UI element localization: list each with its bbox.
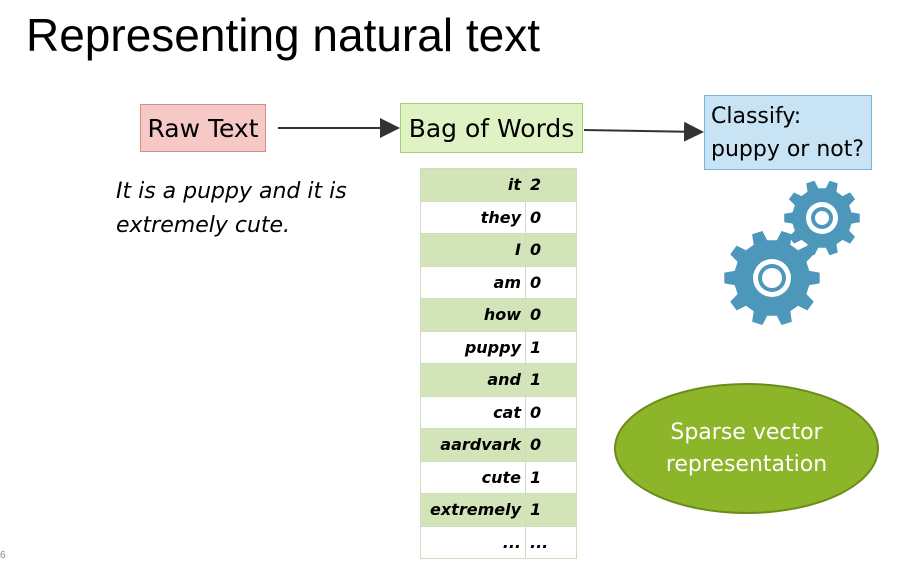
table-row: cute 1 <box>420 460 577 494</box>
table-row: am 0 <box>420 265 577 299</box>
word-cell: extremely <box>420 493 526 527</box>
sparse-vector-ellipse: Sparse vector representation <box>614 383 879 514</box>
sparse-vector-line1: Sparse vector <box>670 419 823 445</box>
arrow-bow-to-classify <box>583 121 704 142</box>
classify-line2: puppy or not? <box>711 137 865 162</box>
count-cell: 0 <box>525 395 577 429</box>
table-row: and 1 <box>420 363 577 397</box>
table-row: aardvark 0 <box>420 428 577 462</box>
raw-text-box: Raw Text <box>140 104 266 152</box>
count-cell: 1 <box>525 330 577 364</box>
sparse-vector-line2: representation <box>665 451 828 477</box>
word-cell: puppy <box>420 330 526 364</box>
table-row: ...... <box>420 525 577 559</box>
count-cell: 1 <box>525 363 577 397</box>
page-number: 6 <box>0 550 6 561</box>
sentence-line1: It is a puppy and it is <box>116 179 347 204</box>
bag-of-words-box: Bag of Words <box>400 103 583 153</box>
word-cell: aardvark <box>420 428 526 462</box>
count-cell: 0 <box>525 265 577 299</box>
count-cell: 1 <box>525 460 577 494</box>
word-cell: and <box>420 363 526 397</box>
count-cell: 0 <box>525 298 577 332</box>
raw-text-label: Raw Text <box>147 113 259 143</box>
count-cell: 1 <box>525 493 577 527</box>
table-row: they 0 <box>420 200 577 234</box>
sentence-line2: extremely cute. <box>116 213 291 238</box>
count-cell: 0 <box>525 200 577 234</box>
table-row: I0 <box>420 233 577 267</box>
count-cell: ... <box>525 525 577 559</box>
count-cell: 0 <box>525 428 577 462</box>
table-row: it 2 <box>420 168 577 202</box>
word-cell: it <box>420 168 526 202</box>
table-row: cat 0 <box>420 395 577 429</box>
word-cell: they <box>420 200 526 234</box>
gears-icon <box>724 180 860 326</box>
count-cell: 0 <box>525 233 577 267</box>
classify-box: Classify: puppy or not? <box>704 95 872 170</box>
table-row: extremely 1 <box>420 493 577 527</box>
word-cell: I <box>420 233 526 267</box>
word-cell: am <box>420 265 526 299</box>
count-cell: 2 <box>525 168 577 202</box>
word-cell: how <box>420 298 526 332</box>
table-row: puppy 1 <box>420 330 577 364</box>
example-sentence: It is a puppy and it is extremely cute. <box>116 175 347 243</box>
word-cell: ... <box>420 525 526 559</box>
word-cell: cat <box>420 395 526 429</box>
bag-of-words-table: it 2 they 0 I 0 am 0 how 0 puppy 1 and 1 cat 0 aardvark 0… <box>420 168 577 559</box>
word-cell: cute <box>420 460 526 494</box>
table-row: how 0 <box>420 298 577 332</box>
bag-of-words-label: Bag of Words <box>408 113 575 143</box>
classify-line1: Classify: <box>711 104 802 129</box>
